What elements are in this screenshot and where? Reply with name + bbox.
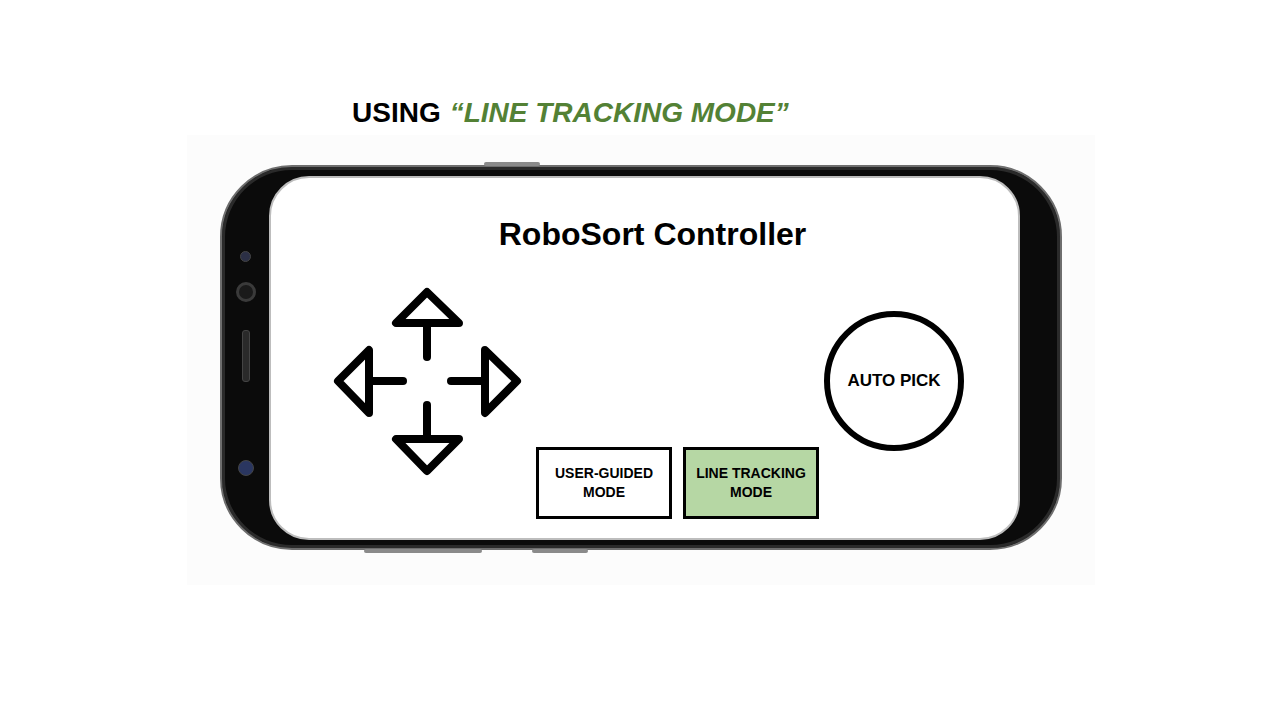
heading-prefix: USING bbox=[352, 95, 441, 131]
arrow-left-icon[interactable] bbox=[338, 350, 403, 413]
phone-button-icon bbox=[484, 162, 540, 166]
phone-screen: RoboSort Controller USER-GUIDED MODELINE … bbox=[269, 176, 1020, 540]
mode-button[interactable]: USER-GUIDED MODE bbox=[536, 447, 672, 519]
phone-button-icon bbox=[532, 549, 588, 553]
controls-row: USER-GUIDED MODELINE TRACKING MODEAUTO P… bbox=[271, 287, 1018, 519]
mode-button[interactable]: LINE TRACKING MODE bbox=[683, 447, 819, 519]
led-icon bbox=[238, 460, 254, 476]
mode-buttons: USER-GUIDED MODELINE TRACKING MODE bbox=[536, 447, 819, 519]
phone-mockup: RoboSort Controller USER-GUIDED MODELINE … bbox=[220, 165, 1062, 550]
dpad[interactable] bbox=[333, 287, 523, 477]
heading-highlight: “LINE TRACKING MODE” bbox=[450, 95, 789, 131]
phone-bezel bbox=[222, 176, 269, 540]
slide: USING“LINE TRACKING MODE” RoboSort Contro… bbox=[0, 0, 1280, 720]
slide-heading: USING“LINE TRACKING MODE” bbox=[0, 0, 1280, 131]
auto-pick-button[interactable]: AUTO PICK bbox=[824, 311, 964, 451]
arrow-down-icon[interactable] bbox=[396, 405, 459, 471]
phone-stage: RoboSort Controller USER-GUIDED MODELINE … bbox=[187, 135, 1095, 585]
phone-button-icon bbox=[364, 549, 482, 553]
speaker-icon bbox=[242, 330, 250, 382]
arrow-right-icon[interactable] bbox=[451, 350, 517, 413]
arrow-up-icon[interactable] bbox=[396, 292, 459, 357]
camera-icon bbox=[236, 282, 256, 302]
app-title: RoboSort Controller bbox=[483, 214, 807, 254]
sensor-icon bbox=[240, 251, 251, 262]
